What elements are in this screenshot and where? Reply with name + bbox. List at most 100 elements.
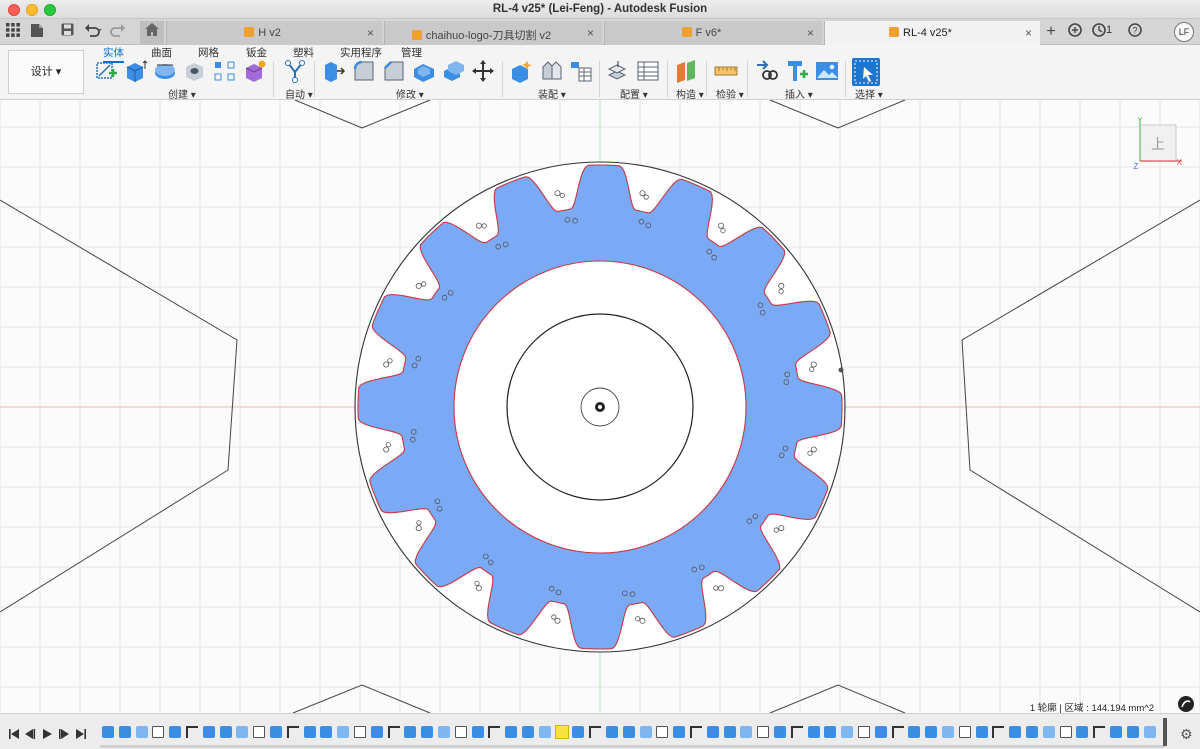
timeline-feature[interactable]: [354, 726, 366, 738]
measure-icon[interactable]: [714, 59, 738, 83]
timeline-feature[interactable]: [471, 726, 484, 738]
tab-plastic[interactable]: 塑料: [293, 45, 314, 60]
offset-plane-icon[interactable]: [675, 59, 699, 83]
chamfer-icon[interactable]: [382, 59, 406, 83]
automate-group-label[interactable]: 自动 ▾: [285, 86, 313, 101]
timeline-feature[interactable]: [488, 726, 501, 738]
create-form-icon[interactable]: [243, 59, 267, 83]
timeline-feature[interactable]: [303, 726, 316, 738]
timeline-feature[interactable]: [673, 726, 686, 738]
timeline-feature[interactable]: [454, 726, 467, 738]
timeline-feature[interactable]: [538, 726, 551, 738]
document-tab-chaihuo-logo[interactable]: chaihuo-logo-刀具切割 v2 ×: [384, 21, 602, 45]
document-tab-rl4[interactable]: RL-4 v25* ×: [824, 21, 1040, 45]
timeline-feature[interactable]: [1076, 726, 1089, 738]
home-tab[interactable]: [140, 21, 164, 45]
tab-utilities[interactable]: 实用程序: [340, 45, 382, 60]
timeline-feature[interactable]: [1110, 726, 1122, 738]
timeline-feature[interactable]: [723, 726, 736, 738]
close-tab-button[interactable]: ×: [587, 26, 594, 40]
joint-icon[interactable]: [540, 59, 564, 83]
timeline-feature[interactable]: [807, 726, 820, 738]
construct-group-label[interactable]: 构造 ▾: [676, 86, 704, 101]
timeline-feature[interactable]: [841, 726, 854, 738]
tab-mesh[interactable]: 网格: [198, 45, 219, 60]
assemble-group-label[interactable]: 装配 ▾: [538, 86, 566, 101]
select-group-label[interactable]: 选择 ▾: [855, 86, 883, 101]
create-sketch-icon[interactable]: [95, 59, 119, 83]
extrude-icon[interactable]: [124, 59, 148, 83]
select-icon[interactable]: [852, 58, 880, 86]
timeline-feature[interactable]: [438, 726, 450, 738]
timeline-feature[interactable]: [690, 726, 702, 738]
document-tab-f[interactable]: F v6* ×: [604, 21, 822, 45]
close-tab-button[interactable]: ×: [1025, 26, 1032, 40]
timeline-feature[interactable]: [858, 726, 870, 738]
timeline-feature[interactable]: [992, 726, 1005, 738]
hole-icon[interactable]: [183, 59, 207, 83]
play-icon[interactable]: [41, 728, 53, 740]
timeline-feature[interactable]: [874, 726, 887, 738]
redo-icon[interactable]: [110, 23, 128, 41]
timeline-feature[interactable]: [404, 726, 417, 738]
timeline-feature[interactable]: [522, 726, 534, 738]
step-back-icon[interactable]: [24, 728, 36, 740]
timeline-feature[interactable]: [421, 726, 434, 738]
timeline-feature[interactable]: [1093, 726, 1106, 738]
timeline-feature[interactable]: [1009, 726, 1022, 738]
new-tab-icon[interactable]: +: [1041, 22, 1061, 42]
timeline-feature[interactable]: [1042, 726, 1055, 738]
timeline-feature[interactable]: [958, 726, 971, 738]
timeline-feature[interactable]: [639, 726, 652, 738]
insert-derive-icon[interactable]: [755, 59, 779, 83]
timeline-feature[interactable]: [942, 726, 954, 738]
sketch-point[interactable]: [838, 367, 844, 373]
timeline-feature[interactable]: [169, 726, 182, 738]
timeline-feature[interactable]: [186, 726, 198, 738]
navigation-icon[interactable]: [1178, 696, 1194, 712]
timeline-feature[interactable]: [774, 726, 786, 738]
insert-mcmaster-icon[interactable]: [785, 59, 809, 83]
timeline-marker[interactable]: [1163, 718, 1167, 746]
pattern-icon[interactable]: [213, 59, 237, 83]
timeline-feature[interactable]: [757, 726, 770, 738]
undo-icon[interactable]: [84, 23, 102, 41]
modify-group-label[interactable]: 修改 ▾: [396, 86, 424, 101]
timeline-feature[interactable]: [824, 726, 837, 738]
shell-icon[interactable]: [412, 59, 436, 83]
bom-icon[interactable]: [569, 59, 593, 83]
workspace-switcher[interactable]: 设计 ▾: [8, 50, 84, 94]
automate-icon[interactable]: [283, 59, 307, 83]
timeline-feature[interactable]: [253, 726, 266, 738]
move-icon[interactable]: [471, 59, 495, 83]
timeline-feature-track[interactable]: [100, 722, 1165, 744]
create-group-label[interactable]: 创建 ▾: [168, 86, 196, 101]
new-component-icon[interactable]: [510, 59, 534, 83]
tab-sheet-metal[interactable]: 钣金: [246, 45, 267, 60]
timeline-feature[interactable]: [337, 726, 350, 738]
timeline-feature[interactable]: [891, 726, 904, 738]
timeline-feature[interactable]: [286, 726, 299, 738]
fillet-icon[interactable]: [352, 59, 376, 83]
file-icon[interactable]: [28, 23, 46, 41]
timeline-feature[interactable]: [387, 726, 400, 738]
combine-icon[interactable]: [442, 59, 466, 83]
timeline-feature[interactable]: [118, 726, 131, 738]
timeline-feature[interactable]: [790, 726, 803, 738]
insert-group-label[interactable]: 插入 ▾: [785, 86, 813, 101]
view-cube[interactable]: 上 Y X Z: [1130, 115, 1186, 171]
timeline-feature[interactable]: [706, 726, 719, 738]
inspect-group-label[interactable]: 检验 ▾: [716, 86, 744, 101]
tab-manage[interactable]: 管理: [401, 45, 422, 60]
tab-surface[interactable]: 曲面: [151, 45, 172, 60]
timeline-feature[interactable]: [572, 726, 585, 738]
gear-icon[interactable]: ⚙: [1180, 726, 1193, 743]
timeline-feature[interactable]: [219, 726, 232, 738]
help-icon[interactable]: ?: [1126, 23, 1144, 41]
insert-image-icon[interactable]: [815, 59, 839, 83]
go-to-start-icon[interactable]: [8, 728, 20, 740]
timeline-feature[interactable]: [908, 726, 921, 738]
timeline-feature[interactable]: [1059, 726, 1072, 738]
timeline-feature[interactable]: [622, 726, 635, 738]
user-avatar[interactable]: LF: [1174, 22, 1194, 42]
